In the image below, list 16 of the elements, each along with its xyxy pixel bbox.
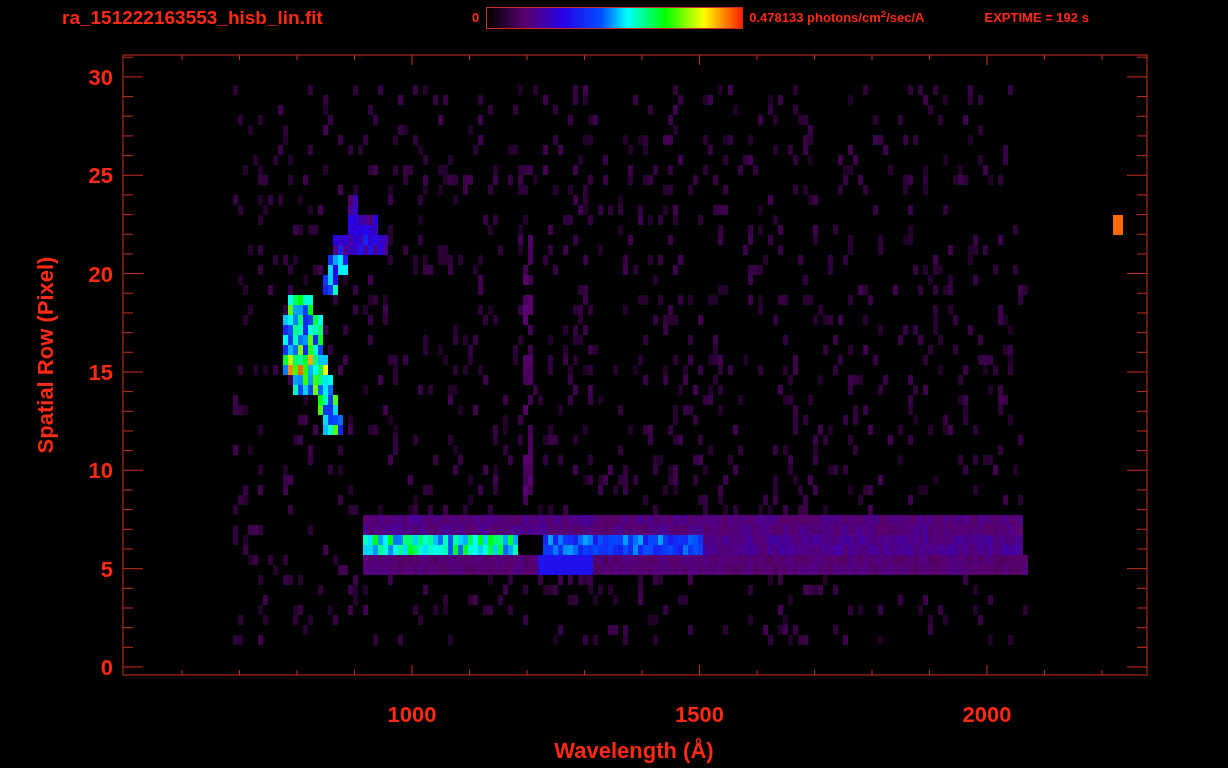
- file-name: ra_151222163553_hisb_lin.fit: [62, 5, 324, 30]
- y-tick-label: 0: [100, 655, 113, 680]
- x-tick-label: 1000: [387, 702, 437, 727]
- y-tick-label: 10: [88, 458, 113, 484]
- x-tick-label: 2000: [962, 702, 1012, 727]
- x-tick-label: 1500: [675, 702, 724, 727]
- y-tick-label: 15: [88, 359, 113, 385]
- y-axis-label: Spatial Row (Pixel): [33, 256, 58, 454]
- colorbar-min-label: 0: [472, 9, 480, 28]
- y-tick-label: 20: [88, 261, 113, 287]
- y-tick-label: 30: [88, 64, 113, 90]
- y-tick-label: 25: [88, 163, 113, 189]
- y-tick-label: 5: [100, 556, 113, 582]
- colorbar-max-label: 0.478133 photons/cm$^{2}$/sec/A: [749, 8, 925, 28]
- exposure-time: EXPTIME = 192 s: [984, 9, 1089, 28]
- x-axis-label: Wavelength (Å): [554, 738, 714, 763]
